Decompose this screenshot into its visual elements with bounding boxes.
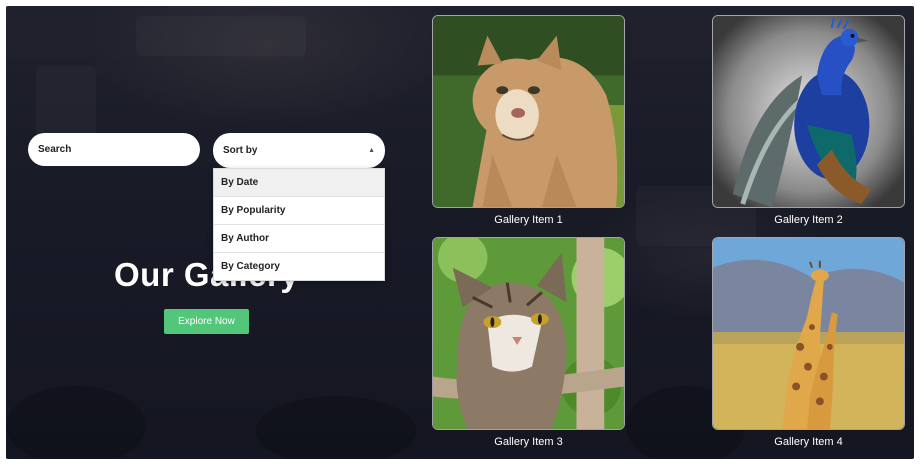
gallery-item[interactable]: Gallery Item 1 [432, 15, 625, 226]
sort-option-by-author[interactable]: By Author [214, 225, 384, 253]
sort-dropdown-label: Sort by [223, 145, 258, 156]
sort-dropdown[interactable]: Sort by ▲ [213, 133, 385, 168]
hero-section: Sort by ▲ By Date By Popularity By Autho… [6, 6, 914, 459]
caret-up-icon: ▲ [368, 147, 375, 154]
gallery-image-cat[interactable] [432, 237, 625, 430]
gallery-item[interactable]: Gallery Item 4 [712, 237, 905, 448]
search-input[interactable] [28, 133, 200, 166]
explore-now-button[interactable]: Explore Now [164, 309, 249, 334]
sort-option-by-date[interactable]: By Date [214, 169, 384, 197]
gallery-item-caption: Gallery Item 4 [774, 436, 843, 448]
gallery-image-peacock[interactable] [712, 15, 905, 208]
gallery-item[interactable]: Gallery Item 3 [432, 237, 625, 448]
gallery-item-caption: Gallery Item 2 [774, 214, 843, 226]
sort-option-by-popularity[interactable]: By Popularity [214, 197, 384, 225]
gallery-image-giraffes[interactable] [712, 237, 905, 430]
gallery-item[interactable]: Gallery Item 2 [712, 15, 905, 226]
sort-dropdown-menu: By Date By Popularity By Author By Categ… [213, 168, 385, 281]
sort-option-by-category[interactable]: By Category [214, 253, 384, 280]
gallery-image-cougar[interactable] [432, 15, 625, 208]
gallery-item-caption: Gallery Item 1 [494, 214, 563, 226]
gallery-item-caption: Gallery Item 3 [494, 436, 563, 448]
